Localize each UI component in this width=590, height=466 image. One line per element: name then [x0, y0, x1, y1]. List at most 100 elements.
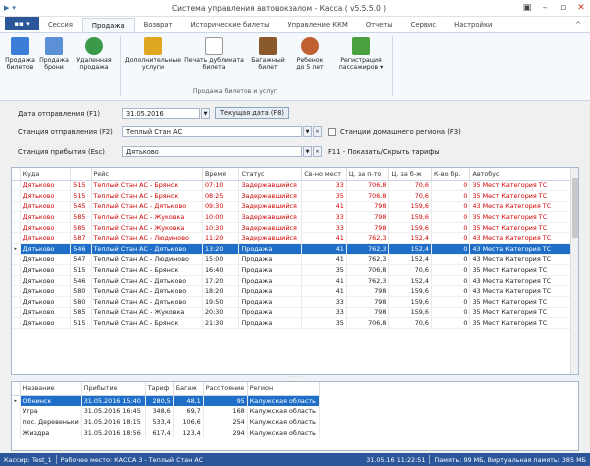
tab-session[interactable]: Сессия [39, 18, 82, 32]
table-row[interactable]: Дятьково 545 Теплый Стан АС - Дятьково 09:3… [12, 201, 578, 213]
station-to-input[interactable]: Дятьково [122, 146, 302, 157]
table-row[interactable]: Дятьково 515 Теплый Стан АС - Брянск 16:40 П… [12, 264, 578, 276]
today-date-button[interactable]: Текущая дата (F8) [215, 107, 289, 119]
child-ticket-button[interactable]: Ребенок до 5 лет [290, 37, 330, 71]
table-cell: 0 [431, 307, 471, 319]
tab-kkm[interactable]: Управление ККМ [279, 18, 357, 32]
column-header[interactable]: Статус [238, 168, 303, 181]
table-row[interactable]: Дятьково 515 Теплый Стан АС - Брянск 21:30 П… [12, 317, 578, 329]
table-cell: Теплый Стан АС - Брянск [91, 264, 203, 276]
tab-sale[interactable]: Продажа [81, 18, 135, 32]
column-header[interactable]: Рейс [91, 168, 203, 181]
stops-grid[interactable]: Название Прибытие Тариф Багаж Расстояние… [11, 381, 579, 451]
tab-return[interactable]: Возврат [135, 18, 182, 32]
departure-date-input[interactable]: 31.05.2016 [122, 108, 200, 119]
table-cell: 547 [70, 254, 92, 266]
table-cell: 159,6 [388, 285, 432, 298]
column-header[interactable]: Время [202, 168, 240, 181]
table-row[interactable]: Дятьково 580 Теплый Стан АС - Дятьково 18:2… [12, 285, 578, 298]
table-cell: Дятьково [20, 264, 72, 276]
trips-table: Куда Рейс Время Статус Св-но мест Ц. за … [12, 168, 578, 329]
table-cell: 35 Мест Категория ТС [469, 180, 578, 192]
table-row[interactable]: Дятьково 515 Теплый Стан АС - Брянск 08:25 З… [12, 190, 578, 202]
tab-service[interactable]: Сервис [402, 18, 445, 32]
table-cell: 254 [203, 416, 248, 428]
column-header[interactable]: Ц. за б-ж [388, 168, 432, 181]
table-cell: Продажа [238, 285, 303, 298]
table-cell: 0 [431, 254, 471, 266]
table-cell: 41 [301, 254, 347, 266]
passenger-registration-button[interactable]: Регистрация пассажиров ▾ [334, 37, 388, 71]
table-row[interactable]: Дятьково 585 Теплый Стан АС - Жуковка 20:30… [12, 307, 578, 319]
minimize-button[interactable]: – [536, 3, 554, 13]
close-button[interactable]: ✕ [572, 3, 590, 13]
scrollbar-thumb[interactable] [572, 178, 578, 238]
table-cell: 31.05.2016 18:15 [81, 416, 146, 428]
column-header[interactable]: Багаж [173, 382, 204, 396]
station-to-dropdown-icon[interactable]: ▼ [303, 146, 312, 157]
table-row[interactable]: Дятьково 515 Теплый Стан АС - Брянск 07:10 З… [12, 180, 578, 192]
table-cell: Дятьково [20, 275, 72, 287]
trips-grid[interactable]: Куда Рейс Время Статус Св-но мест Ц. за … [11, 167, 579, 375]
column-header[interactable]: Св-но мест [301, 168, 347, 181]
table-row[interactable]: ▸ Дятьково 546 Теплый Стан АС - Дятьково 13:… [12, 243, 578, 255]
column-header[interactable] [70, 168, 92, 181]
table-cell: 0 [431, 201, 471, 213]
column-header[interactable]: Прибытие [81, 382, 146, 396]
tab-settings[interactable]: Настройки [445, 18, 501, 32]
column-header[interactable]: Ц. за п-то [346, 168, 390, 181]
trips-vertical-scrollbar[interactable] [570, 168, 578, 374]
table-cell: 348,6 [145, 405, 174, 417]
sell-tickets-button[interactable]: Продажа билетов [4, 37, 36, 71]
ribbon-display-icon[interactable]: ▣ [518, 3, 536, 13]
column-header[interactable]: Регион [247, 382, 320, 396]
station-from-dropdown-icon[interactable]: ▼ [303, 126, 312, 137]
additional-services-button[interactable]: Дополнительные услуги [124, 37, 182, 71]
column-header[interactable]: Автобус [469, 168, 578, 181]
globe-icon [85, 37, 103, 55]
tab-reports[interactable]: Отчеты [357, 18, 402, 32]
tab-history-tickets[interactable]: Исторические билеты [182, 18, 279, 32]
calendar-dropdown-icon[interactable]: ▼ [201, 108, 210, 119]
column-header[interactable]: Куда [20, 168, 72, 181]
table-cell: 33 [301, 222, 347, 234]
table-row[interactable]: Дятьково 580 Теплый Стан АС - Дятьково 19:5… [12, 296, 578, 308]
baggage-ticket-button[interactable]: Багажный билет [248, 37, 288, 71]
table-row[interactable]: Угра 31.05.2016 16:45 348,6 69,7 168 Калужска… [12, 405, 320, 417]
row-indicator: ▸ [12, 243, 21, 255]
column-header[interactable]: Название [20, 382, 82, 396]
column-header[interactable]: Расстояние [203, 382, 248, 396]
table-row[interactable]: ▸ Обнинск 31.05.2016 15:40 280,5 48,1 95 Калуж… [12, 395, 320, 406]
collapse-ribbon-icon[interactable]: ^ [566, 18, 590, 32]
sell-reservation-button[interactable]: Продажа брони [38, 37, 70, 71]
file-menu-button[interactable]: ▪▪ ▾ [5, 17, 39, 30]
table-row[interactable]: Дятьково 587 Теплый Стан АС - Людиново 11:2… [12, 232, 578, 245]
home-region-checkbox[interactable] [328, 128, 336, 136]
search-form: Дата отправления (F1) 31.05.2016 ▼ Текущ… [0, 101, 590, 161]
ribbon-tabs: ▪▪ ▾ Сессия Продажа Возврат Исторические… [0, 17, 590, 33]
table-row[interactable]: Жиздра 31.05.2016 18:56 617,4 123,4 294 Калуж… [12, 427, 320, 439]
table-row[interactable]: Дятьково 546 Теплый Стан АС - Дятьково 17:2… [12, 275, 578, 287]
column-header[interactable]: Тариф [145, 382, 174, 396]
table-row[interactable]: Дятьково 585 Теплый Стан АС - Жуковка 10:30… [12, 222, 578, 234]
stops-header-row: Название Прибытие Тариф Багаж Расстояние… [12, 382, 320, 396]
station-from-input[interactable]: Теплый Стан АС [122, 126, 302, 137]
maximize-button[interactable]: ▫ [554, 3, 572, 13]
table-cell: 0 [431, 190, 471, 202]
table-cell: 31.05.2016 15:40 [81, 395, 146, 406]
station-from-clear-icon[interactable]: ✕ [313, 126, 322, 137]
table-cell: 11:20 [202, 232, 240, 245]
column-header[interactable]: К-во бр. [431, 168, 471, 181]
table-cell: Теплый Стан АС - Брянск [91, 317, 203, 329]
station-to-clear-icon[interactable]: ✕ [313, 146, 322, 157]
remote-sale-button[interactable]: Удаленная продажа [74, 37, 114, 71]
table-cell: 41 [301, 232, 347, 245]
table-row[interactable]: пос. Деревеньки 31.05.2016 18:15 533,4 106,… [12, 416, 320, 428]
workplace-status: Рабочее место: КАССА 3 - Теплый Стан АС [60, 455, 204, 464]
table-cell: Дятьково [20, 190, 72, 202]
table-row[interactable]: Дятьково 585 Теплый Стан АС - Жуковка 10:00… [12, 211, 578, 223]
table-row[interactable]: Дятьково 547 Теплый Стан АС - Людиново 15:0… [12, 254, 578, 266]
status-separator [429, 455, 431, 464]
print-duplicate-button[interactable]: Печать дубликата билета [184, 37, 244, 71]
qat-dropdown-icon[interactable]: ▾ [12, 4, 16, 12]
